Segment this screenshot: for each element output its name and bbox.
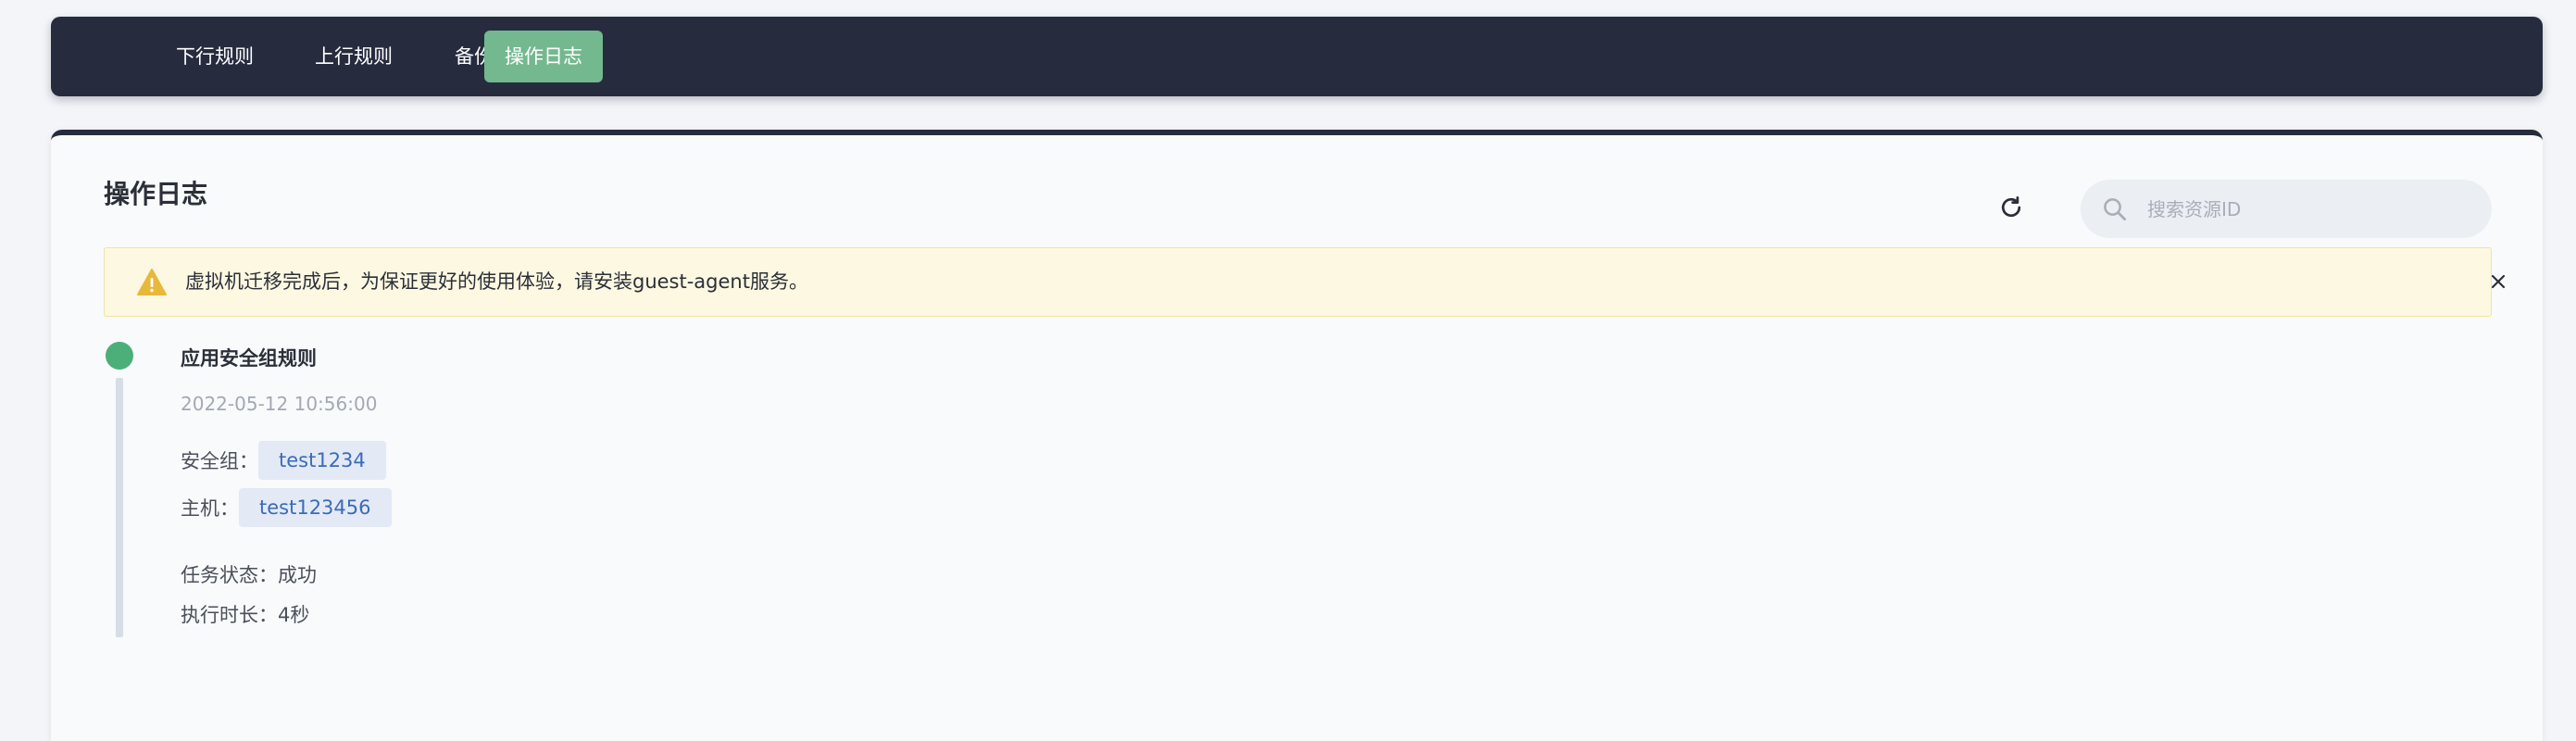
host-row: 主机： test123456 xyxy=(181,487,392,528)
security-group-tag[interactable]: test1234 xyxy=(258,441,386,480)
top-tab-bar: 下行规则 上行规则 备份 操作日志 xyxy=(51,17,2543,96)
task-status-label: 任务状态： xyxy=(181,564,278,586)
page-title: 操作日志 xyxy=(104,179,208,209)
log-entry-timestamp: 2022-05-12 10:56:00 xyxy=(181,393,378,415)
search-input[interactable] xyxy=(2145,180,2479,238)
duration-value: 4秒 xyxy=(278,604,310,626)
tab-downlink-rules[interactable]: 下行规则 xyxy=(156,31,274,82)
operation-log-panel: 操作日志 虚拟机迁移完成后，为保证更好的使用体验，请安装guest-agent服… xyxy=(51,130,2543,741)
security-group-label: 安全组： xyxy=(181,450,258,472)
timeline-dot xyxy=(106,342,133,370)
refresh-button[interactable] xyxy=(1994,190,2029,225)
tab-uplink-rules[interactable]: 上行规则 xyxy=(294,31,413,82)
security-group-row: 安全组： test1234 xyxy=(181,440,386,481)
duration-label: 执行时长： xyxy=(181,604,278,626)
log-entry-title: 应用安全组规则 xyxy=(181,347,317,370)
host-label: 主机： xyxy=(181,497,239,520)
search-box xyxy=(2081,180,2492,238)
close-icon[interactable] xyxy=(2487,270,2509,293)
tab-operation-log[interactable]: 操作日志 xyxy=(484,31,603,82)
duration-row: 执行时长：4秒 xyxy=(181,600,309,628)
guest-agent-alert: 虚拟机迁移完成后，为保证更好的使用体验，请安装guest-agent服务。 xyxy=(104,247,2506,317)
warning-icon xyxy=(137,269,167,295)
alert-message: 虚拟机迁移完成后，为保证更好的使用体验，请安装guest-agent服务。 xyxy=(185,270,808,293)
task-status-value: 成功 xyxy=(278,564,317,586)
host-tag[interactable]: test123456 xyxy=(239,488,392,527)
refresh-icon xyxy=(2001,196,2021,218)
timeline-line xyxy=(116,378,123,637)
task-status-row: 任务状态：成功 xyxy=(181,560,317,588)
search-icon xyxy=(2104,198,2126,220)
